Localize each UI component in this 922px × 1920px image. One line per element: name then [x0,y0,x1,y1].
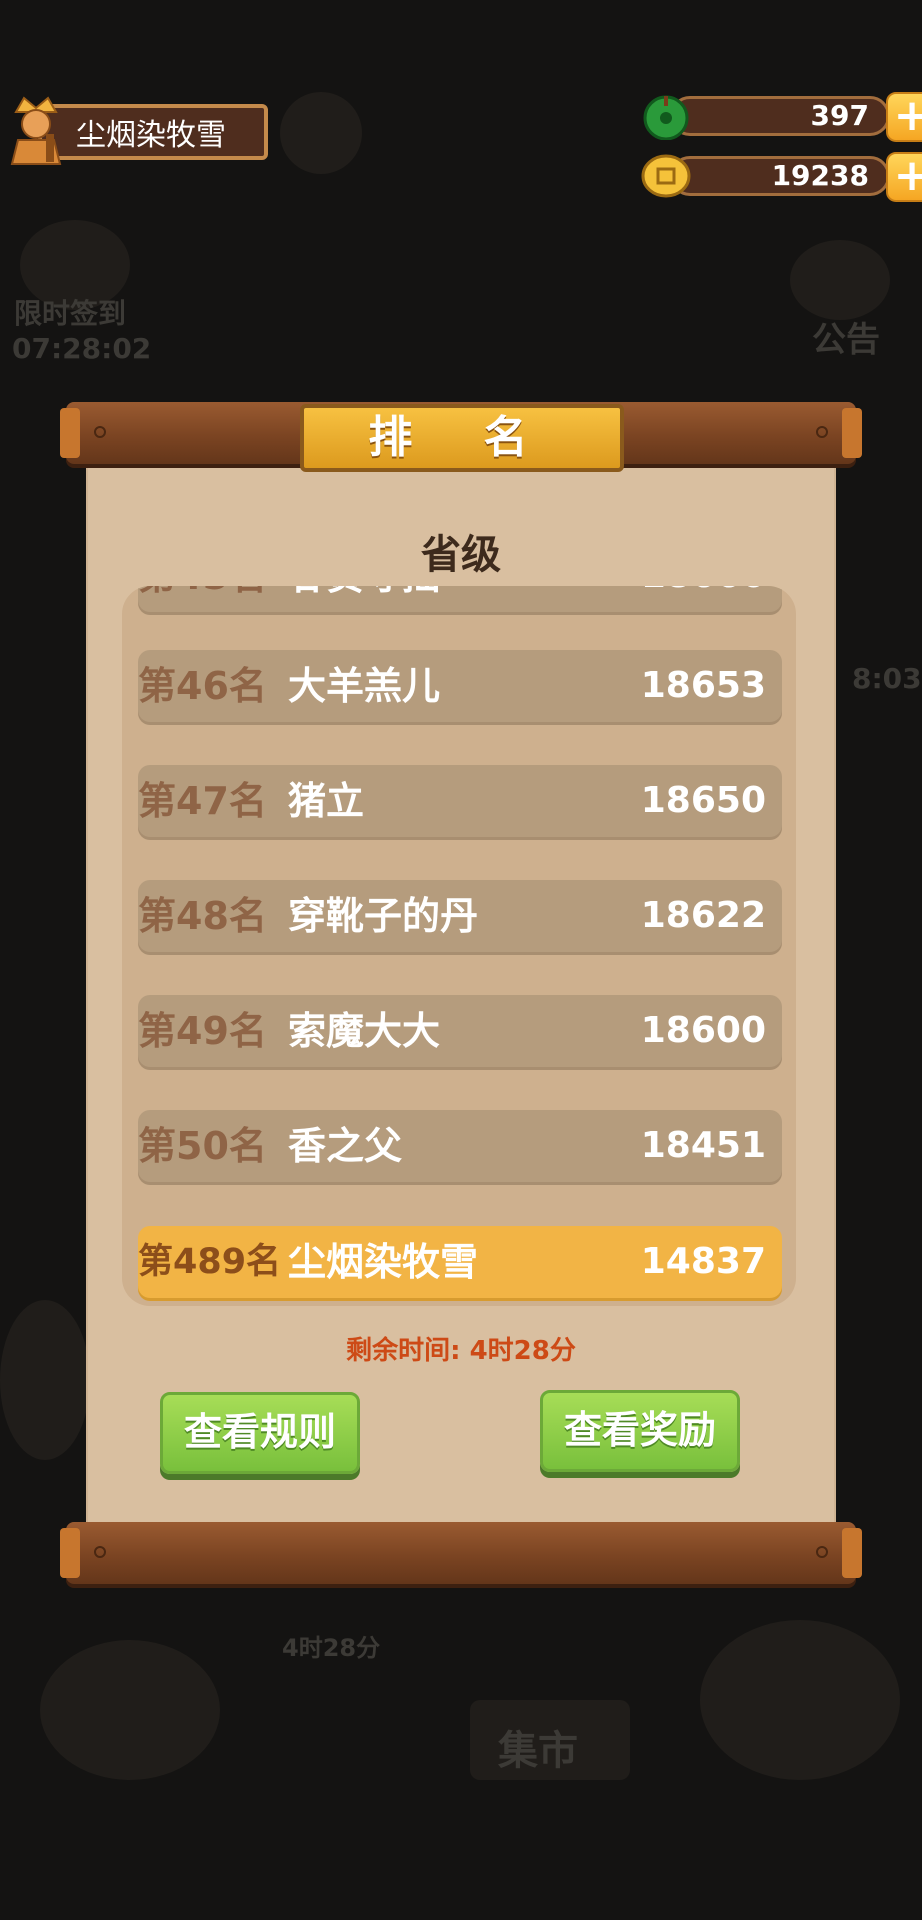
row-score: 18650 [640,780,766,821]
ranking-row: 第48名 穿靴子的丹 18622 [138,880,782,952]
dialog-title: 排 名 [300,404,624,472]
row-rank: 第48名 [138,894,267,938]
self-ranking-row: 第489名 尘烟染牧雪 14837 [138,1226,782,1298]
coin-counter: 19238 + [640,152,922,202]
event-timer-bg: 07:28:02 [12,332,152,365]
row-name: 索魔大大 [288,1009,441,1053]
row-score: 18653 [640,665,766,706]
notice-label-bg: 公告 [812,320,880,360]
row-score: 18451 [640,1125,766,1166]
ranking-row-partial: 第45名 甘贫守拙 18660 [138,586,782,612]
self-score: 14837 [640,1241,766,1282]
row-rank: 第46名 [138,664,267,708]
stall-right-bg [700,1620,900,1780]
self-rank: 第489名 [138,1242,282,1282]
remaining-time: 剩余时间: 4时28分 [346,1336,576,1366]
market-label-bg: 集市 [498,1728,578,1774]
row-score: 18622 [640,895,766,936]
jade-count: 397 [670,96,890,136]
jade-counter: 397 + [640,92,922,142]
notice-icon-bg [790,240,890,320]
coin-icon [641,154,691,198]
coin-count: 19238 [670,156,890,196]
avatar-bg [280,92,362,174]
ranking-row: 第47名 猪立 18650 [138,765,782,837]
ranking-list[interactable]: 第45名 甘贫守拙 18660 第46名 大羊羔儿 18653 第47名 猪立 … [122,586,796,1306]
view-rewards-button[interactable]: 查看奖励 [540,1390,740,1472]
ranking-row: 第50名 香之父 18451 [138,1110,782,1182]
side-timer-bg: 8:03 [852,662,922,695]
jade-icon [643,95,689,140]
ranking-row: 第46名 大羊羔儿 18653 [138,650,782,722]
row-rank: 第45名 [138,586,267,612]
player-tag[interactable]: 尘烟染牧雪 [6,96,272,166]
row-score: 18600 [640,1010,766,1051]
bottom-timer-bg: 4时28分 [282,1634,381,1662]
stall-left-bg [40,1640,220,1780]
event-label-bg: 限时签到 [14,297,127,330]
row-name: 甘贫守拙 [288,586,440,612]
row-score: 18660 [641,586,766,612]
ranking-row: 第49名 索魔大大 18600 [138,995,782,1067]
row-name: 穿靴子的丹 [288,894,479,938]
row-rank: 第47名 [138,779,267,823]
row-rank: 第49名 [138,1009,267,1053]
player-name: 尘烟染牧雪 [38,104,268,160]
scroll-rod-bottom [60,1522,862,1584]
veggie-bg [0,1300,90,1460]
add-coin-button[interactable]: + [886,152,922,202]
row-name: 大羊羔儿 [288,664,441,708]
view-rules-button[interactable]: 查看规则 [160,1392,360,1474]
row-name: 猪立 [288,779,365,823]
row-rank: 第50名 [138,1124,267,1168]
add-jade-button[interactable]: + [886,92,922,142]
tier-label: 省级 [421,532,501,578]
row-name: 香之父 [288,1124,403,1168]
player-rank-icon [10,96,62,165]
self-name: 尘烟染牧雪 [288,1240,479,1284]
